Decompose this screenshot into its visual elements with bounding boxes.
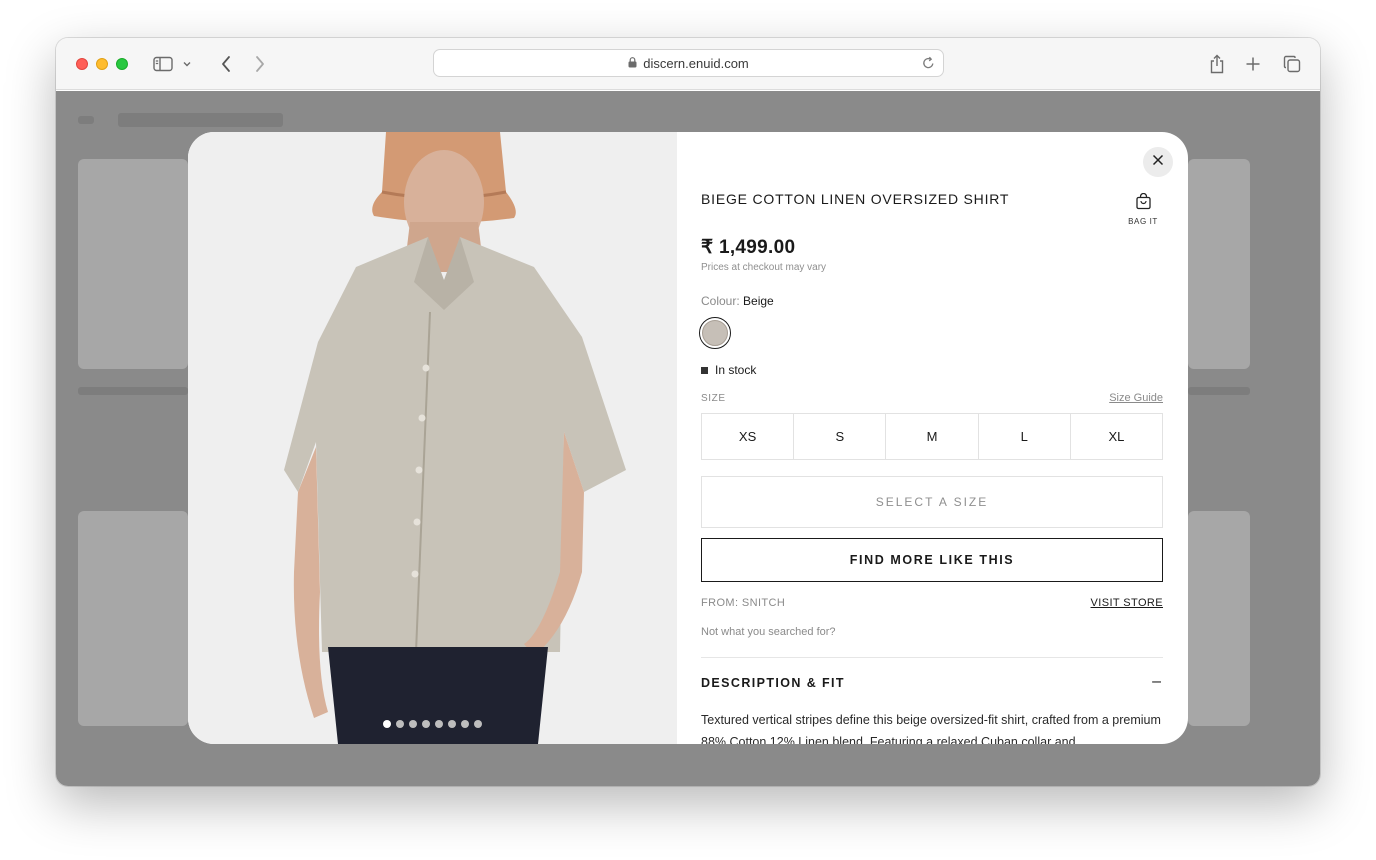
seller-label: FROM: SNITCH bbox=[701, 597, 786, 609]
product-title: BIEGE COTTON LINEN OVERSIZED SHIRT bbox=[701, 191, 1010, 207]
image-carousel-dots bbox=[383, 720, 482, 728]
chevron-left-icon[interactable] bbox=[214, 52, 238, 76]
colour-swatch-fill bbox=[702, 320, 728, 346]
browser-window: discern.enuid.com BIEGE COTTON LINEN OVE… bbox=[56, 38, 1320, 786]
close-icon bbox=[1152, 153, 1164, 171]
page-content-backdrop: BIEGE COTTON LINEN OVERSIZED SHIRT BAG I… bbox=[56, 91, 1320, 786]
stock-text: In stock bbox=[715, 363, 757, 377]
carousel-dot[interactable] bbox=[396, 720, 404, 728]
bag-it-button[interactable]: BAG IT bbox=[1125, 192, 1161, 226]
backdrop-product-card bbox=[1188, 159, 1250, 369]
size-guide-link[interactable]: Size Guide bbox=[1109, 392, 1163, 404]
size-option-xs[interactable]: XS bbox=[702, 414, 795, 459]
colour-label: Colour: bbox=[701, 294, 740, 308]
backdrop-text-line bbox=[78, 387, 188, 395]
stock-status: In stock bbox=[701, 363, 756, 377]
zoom-window-button[interactable] bbox=[116, 58, 128, 70]
model-wearing-shirt-illustration bbox=[188, 132, 677, 744]
price-note: Prices at checkout may vary bbox=[701, 262, 827, 273]
description-text: Textured vertical stripes define this be… bbox=[701, 713, 1161, 744]
chevron-right-icon[interactable] bbox=[248, 52, 272, 76]
reload-icon[interactable] bbox=[922, 56, 935, 73]
size-option-s[interactable]: S bbox=[794, 414, 887, 459]
size-option-m[interactable]: M bbox=[886, 414, 979, 459]
visit-store-link[interactable]: VISIT STORE bbox=[1091, 597, 1163, 609]
backdrop-menu-hint bbox=[78, 116, 94, 124]
share-icon[interactable] bbox=[1205, 52, 1229, 76]
carousel-dot[interactable] bbox=[448, 720, 456, 728]
colour-row: Colour: Beige bbox=[701, 294, 774, 308]
size-selector: XS S M L XL bbox=[701, 413, 1163, 460]
not-what-you-searched-link[interactable]: Not what you searched for? bbox=[701, 626, 836, 638]
product-price: ₹ 1,499.00 bbox=[701, 237, 796, 258]
carousel-dot[interactable] bbox=[383, 720, 391, 728]
lock-icon bbox=[628, 56, 637, 71]
minimize-window-button[interactable] bbox=[96, 58, 108, 70]
colour-value: Beige bbox=[743, 294, 774, 308]
carousel-dot[interactable] bbox=[461, 720, 469, 728]
collapse-description-icon[interactable]: – bbox=[1152, 673, 1161, 691]
close-window-button[interactable] bbox=[76, 58, 88, 70]
sidebar-icon[interactable] bbox=[151, 52, 175, 76]
size-option-xl[interactable]: XL bbox=[1071, 414, 1162, 459]
address-url: discern.enuid.com bbox=[643, 55, 749, 71]
carousel-dot[interactable] bbox=[422, 720, 430, 728]
product-details-panel: BIEGE COTTON LINEN OVERSIZED SHIRT BAG I… bbox=[699, 132, 1173, 744]
select-size-button[interactable]: SELECT A SIZE bbox=[701, 476, 1163, 528]
carousel-dot[interactable] bbox=[409, 720, 417, 728]
backdrop-text-line bbox=[1188, 387, 1250, 395]
bag-icon bbox=[1135, 192, 1152, 214]
product-image[interactable] bbox=[188, 132, 677, 744]
carousel-dot[interactable] bbox=[435, 720, 443, 728]
plus-icon[interactable] bbox=[1241, 52, 1265, 76]
backdrop-product-card bbox=[1188, 511, 1250, 726]
backdrop-product-card bbox=[78, 511, 188, 726]
description-heading[interactable]: DESCRIPTION & FIT bbox=[701, 676, 845, 690]
stock-indicator-icon bbox=[701, 366, 708, 374]
chevron-down-icon[interactable] bbox=[180, 52, 194, 76]
size-option-l[interactable]: L bbox=[979, 414, 1071, 459]
section-divider bbox=[701, 657, 1163, 658]
colour-swatch-beige[interactable] bbox=[699, 317, 731, 349]
tabs-icon[interactable] bbox=[1280, 52, 1304, 76]
address-bar[interactable]: discern.enuid.com bbox=[433, 49, 944, 77]
backdrop-logo-hint bbox=[118, 113, 283, 127]
carousel-dot[interactable] bbox=[474, 720, 482, 728]
product-quick-view-modal: BIEGE COTTON LINEN OVERSIZED SHIRT BAG I… bbox=[188, 132, 1188, 744]
find-more-like-this-button[interactable]: FIND MORE LIKE THIS bbox=[701, 538, 1163, 582]
size-label: SIZE bbox=[701, 393, 726, 404]
bag-it-label: BAG IT bbox=[1128, 217, 1158, 226]
close-modal-button[interactable] bbox=[1143, 147, 1173, 177]
browser-toolbar: discern.enuid.com bbox=[56, 38, 1320, 90]
backdrop-product-card bbox=[78, 159, 188, 369]
